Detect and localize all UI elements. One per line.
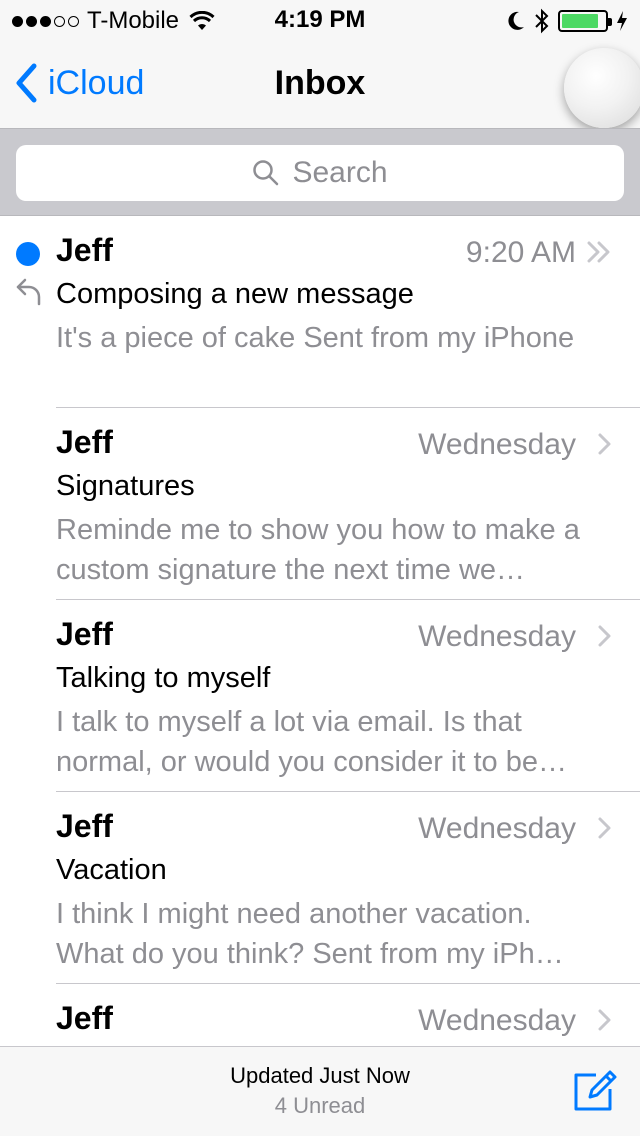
message-sender: Jeff <box>56 616 113 652</box>
compose-button[interactable] <box>570 1067 618 1115</box>
unread-count: 4 Unread <box>274 1093 366 1118</box>
bottom-toolbar: Updated Just Now 4 Unread <box>0 1046 640 1136</box>
search-icon <box>253 160 279 186</box>
message-date: Wednesday <box>418 812 576 845</box>
message-row[interactable]: Jeff Wednesday Talking to myself I talk … <box>0 600 640 792</box>
message-row[interactable]: Jeff Wednesday Signatures Reminde me to … <box>0 408 640 600</box>
message-row[interactable]: Jeff 9:20 AM Composing a new message It'… <box>0 216 640 408</box>
compose-icon <box>574 1070 617 1111</box>
thread-double-chevron-icon <box>587 241 610 263</box>
mailbox-status: Updated Just Now 4 Unread <box>0 1063 640 1119</box>
message-subject: Vacation <box>56 854 167 886</box>
message-sender: Jeff <box>56 424 113 460</box>
unread-indicator-icon <box>16 242 40 266</box>
message-date: 9:20 AM <box>465 236 576 269</box>
chevron-right-icon <box>598 433 611 455</box>
chevron-right-icon <box>598 817 611 839</box>
message-date: Wednesday <box>418 1004 576 1037</box>
message-sender: Jeff <box>56 232 113 268</box>
moon-icon <box>508 11 524 30</box>
message-subject: Composing a new message <box>56 278 414 310</box>
battery-icon <box>558 10 612 32</box>
message-preview: I think I might need another vacation. W… <box>56 898 564 970</box>
message-preview: Reminde me to show you how to make a cus… <box>56 514 580 586</box>
message-row[interactable]: Jeff Wednesday Vacation I think I might … <box>0 792 640 984</box>
replied-arrow-icon <box>16 278 41 306</box>
assistive-touch-button[interactable] <box>564 48 640 128</box>
message-preview: It's a piece of cake Sent from my iPhone <box>56 322 575 354</box>
charging-bolt-icon <box>617 11 627 31</box>
message-date: Wednesday <box>418 428 576 461</box>
message-subject: Signatures <box>56 470 195 502</box>
status-bar: T-Mobile 4:19 PM <box>0 0 640 40</box>
message-preview: I talk to myself a lot via email. Is tha… <box>56 706 567 778</box>
search-input[interactable]: Search <box>16 145 624 201</box>
message-row[interactable]: Jeff Wednesday <box>0 984 640 1046</box>
message-sender: Jeff <box>56 808 113 844</box>
updated-status: Updated Just Now <box>230 1063 410 1088</box>
bluetooth-icon <box>535 8 549 34</box>
chevron-right-icon <box>598 625 611 647</box>
message-sender: Jeff <box>56 1000 113 1036</box>
page-title: Inbox <box>274 64 366 102</box>
status-right <box>506 6 628 36</box>
message-date: Wednesday <box>418 620 576 653</box>
message-subject: Talking to myself <box>56 662 271 694</box>
navigation-bar: iCloud Inbox <box>0 40 640 128</box>
search-bar: Search <box>0 128 640 216</box>
chevron-right-icon <box>598 1009 611 1031</box>
message-list: Jeff 9:20 AM Composing a new message It'… <box>0 216 640 1046</box>
search-placeholder: Search <box>292 156 388 189</box>
